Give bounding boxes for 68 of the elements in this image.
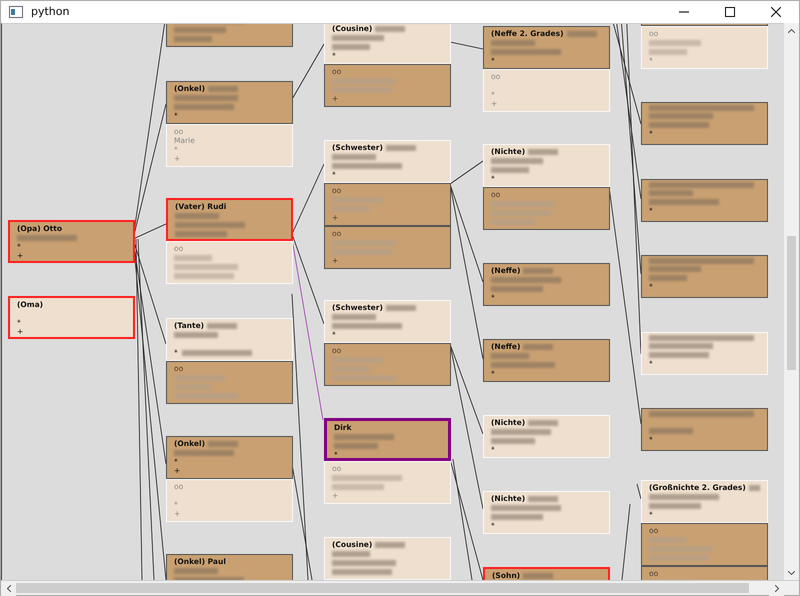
blurred-text xyxy=(649,502,701,508)
blurred-text xyxy=(332,322,402,328)
blurred-text xyxy=(491,286,543,292)
connector-line xyxy=(450,42,484,50)
blurred-text xyxy=(174,36,212,42)
blurred-text xyxy=(491,158,543,164)
blurred-text xyxy=(332,560,396,566)
blurred-text xyxy=(332,154,376,160)
blurred-text xyxy=(649,266,701,272)
blurred-text xyxy=(491,276,561,282)
chevron-up-icon xyxy=(788,28,795,32)
blurred-text xyxy=(332,34,384,40)
close-icon xyxy=(771,7,781,17)
blurred-text xyxy=(174,450,234,456)
chevron-down-icon xyxy=(788,570,795,574)
blurred-text xyxy=(182,350,252,356)
blurred-text xyxy=(174,568,218,574)
blurred-text xyxy=(491,438,535,444)
blurred-text xyxy=(649,494,719,500)
blurred-text xyxy=(649,428,693,434)
scrollbar-thumb[interactable] xyxy=(16,583,749,593)
blurred-text xyxy=(332,568,392,574)
connector-line xyxy=(636,484,642,500)
blurred-text xyxy=(174,254,212,260)
blurred-text xyxy=(17,234,77,240)
blurred-text xyxy=(332,314,376,320)
blurred-text xyxy=(649,48,687,54)
blurred-text xyxy=(174,94,238,100)
blurred-text xyxy=(649,112,713,118)
blurred-text xyxy=(491,428,551,434)
blurred-text xyxy=(332,550,370,556)
blurred-text xyxy=(649,198,719,204)
blurred-text xyxy=(175,212,219,218)
vertical-scrollbar[interactable] xyxy=(784,23,799,580)
blurred-text xyxy=(334,434,394,440)
blurred-text xyxy=(174,264,238,270)
blurred-text xyxy=(174,272,234,278)
blurred-text xyxy=(332,474,402,480)
connector-line xyxy=(292,164,324,234)
maximize-icon xyxy=(725,7,735,17)
blurred-text xyxy=(649,274,687,280)
blurred-text xyxy=(649,190,693,196)
blurred-text xyxy=(334,442,378,448)
app-icon xyxy=(9,6,23,18)
blurred-text xyxy=(649,122,709,128)
blurred-text xyxy=(649,342,713,348)
blurred-text xyxy=(649,40,701,46)
blurred-text xyxy=(332,44,370,50)
blurred-text xyxy=(491,504,561,510)
scrollbar-thumb[interactable] xyxy=(787,236,796,370)
window-title: python xyxy=(31,4,70,20)
blurred-text xyxy=(491,48,561,54)
blurred-text xyxy=(491,352,529,358)
blurred-text xyxy=(174,332,218,338)
blurred-text xyxy=(332,162,402,168)
blurred-text xyxy=(491,362,555,368)
blurred-text xyxy=(491,514,543,520)
blurred-text xyxy=(174,26,226,32)
blurred-text xyxy=(174,104,234,110)
blurred-text xyxy=(491,166,529,172)
chevron-right-icon xyxy=(774,585,778,592)
blurred-text xyxy=(332,484,384,490)
blurred-text xyxy=(649,352,709,358)
blurred-text xyxy=(491,40,535,46)
blurred-text xyxy=(175,222,245,228)
horizontal-scrollbar[interactable] xyxy=(1,580,799,595)
chevron-left-icon xyxy=(6,585,10,592)
blurred-text xyxy=(175,230,227,236)
